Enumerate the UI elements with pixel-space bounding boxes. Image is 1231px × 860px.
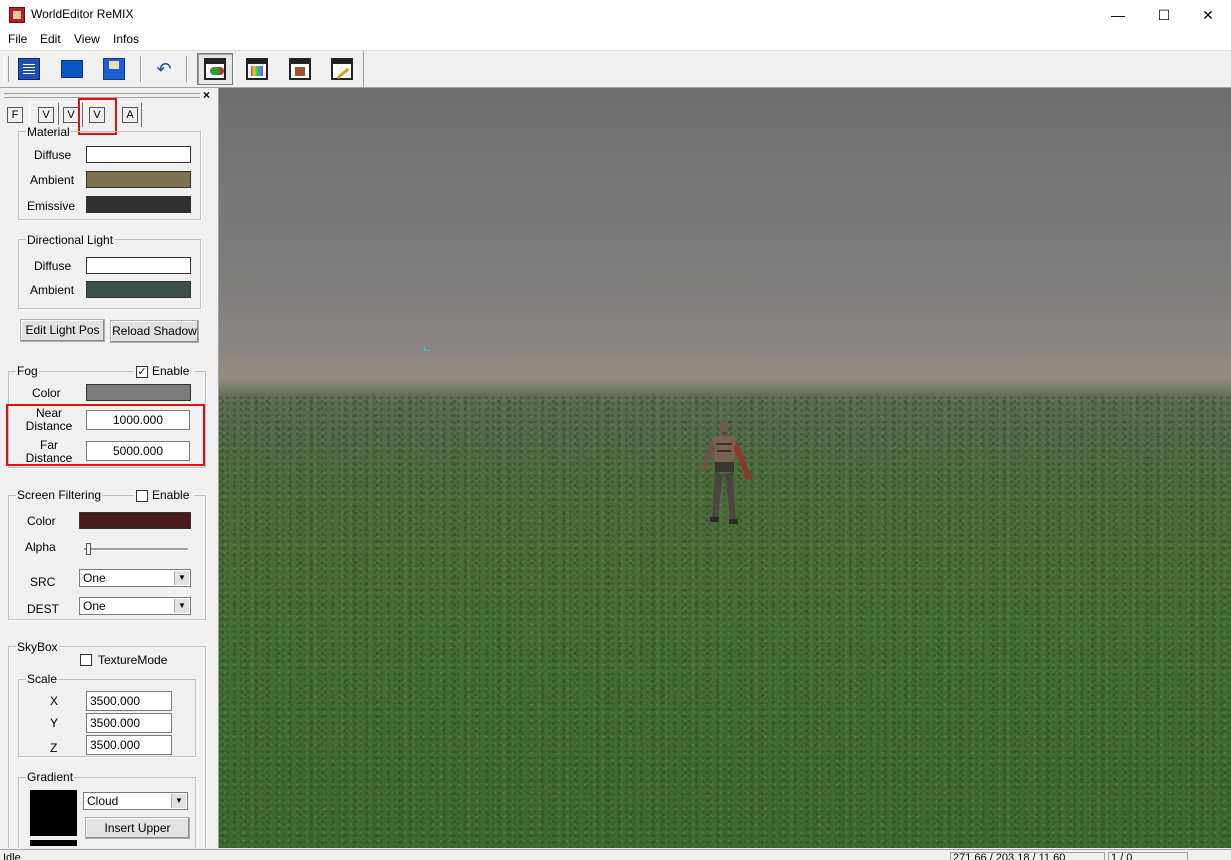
screen-filtering-alpha-label: Alpha <box>25 540 56 554</box>
menu-infos[interactable]: Infos <box>113 32 139 46</box>
character-model[interactable] <box>695 418 755 530</box>
scale-x-label: X <box>50 694 59 708</box>
gradient-select[interactable]: Cloud ▼ <box>83 792 188 810</box>
gradient-title: Gradient <box>26 770 75 784</box>
scale-z-input[interactable]: 3500.000 <box>86 735 172 755</box>
dest-label: DEST <box>27 602 60 616</box>
folder-icon <box>61 60 83 78</box>
fog-color-swatch[interactable] <box>86 384 191 401</box>
material-emissive-swatch[interactable] <box>86 196 191 213</box>
material-title: Material <box>26 125 71 139</box>
texture-mode-checkbox[interactable] <box>80 654 92 666</box>
undo-icon: ↶ <box>156 59 172 79</box>
material-ambient-label: Ambient <box>30 173 75 187</box>
texture-window-button[interactable] <box>285 54 315 84</box>
fog-enable-wrap: ✓ Enable <box>134 364 194 379</box>
tab-f[interactable]: F <box>7 107 23 123</box>
alpha-slider-track[interactable] <box>84 548 188 551</box>
terrain-window-icon <box>204 58 226 80</box>
toolbar-separator <box>140 56 142 82</box>
cursor-marker <box>424 347 429 351</box>
terrain-window-button[interactable] <box>197 53 233 85</box>
light-diffuse-swatch[interactable] <box>86 257 191 274</box>
palette-window-icon <box>246 58 268 80</box>
screen-filtering-color-label: Color <box>27 514 56 528</box>
toolbar-separator <box>186 56 188 82</box>
screen-filtering-enable-checkbox[interactable] <box>136 490 148 502</box>
fog-enable-label: Enable <box>152 364 190 378</box>
chevron-down-icon: ▼ <box>171 794 186 808</box>
src-select-value: One <box>83 571 106 585</box>
chevron-down-icon: ▼ <box>174 599 189 613</box>
minimize-button[interactable]: — <box>1095 0 1141 30</box>
menu-view[interactable]: View <box>74 32 100 46</box>
palette-window-button[interactable] <box>242 54 272 84</box>
menu-file[interactable]: File <box>8 32 27 46</box>
chevron-down-icon: ▼ <box>174 571 189 585</box>
directional-light-title: Directional Light <box>26 233 115 247</box>
light-ambient-swatch[interactable] <box>86 281 191 298</box>
src-label: SRC <box>30 575 56 589</box>
tab-a[interactable]: A <box>122 107 138 123</box>
menu-edit[interactable]: Edit <box>40 32 61 46</box>
fog-enable-checkbox[interactable]: ✓ <box>136 366 148 378</box>
screen-filtering-enable-label: Enable <box>152 488 190 502</box>
menu-bar: File Edit View Infos <box>0 30 1231 51</box>
reload-shadow-button[interactable]: Reload Shadow <box>110 320 199 343</box>
screen-filtering-color-swatch[interactable] <box>79 512 191 529</box>
highlight-fog-distance <box>6 404 205 466</box>
3d-viewport[interactable] <box>219 88 1231 848</box>
screen-filtering-enable-wrap: Enable <box>134 488 194 503</box>
light-diffuse-label: Diffuse <box>34 259 72 273</box>
fog-color-label: Color <box>32 386 61 400</box>
edit-light-pos-button[interactable]: Edit Light Pos <box>20 319 105 342</box>
new-document-button[interactable] <box>14 54 44 84</box>
scale-z-label: Z <box>50 741 58 755</box>
gradient-preview-strip <box>30 840 77 846</box>
material-diffuse-swatch[interactable] <box>86 146 191 163</box>
dest-select[interactable]: One ▼ <box>79 597 191 615</box>
scale-x-input[interactable]: 3500.000 <box>86 691 172 711</box>
material-diffuse-label: Diffuse <box>34 148 72 162</box>
tab-v1[interactable]: V <box>38 107 54 123</box>
status-bar: Idle 271.66 / 203.18 / 11.60 1 / 0 <box>0 849 1231 860</box>
insert-upper-button[interactable]: Insert Upper <box>85 817 190 839</box>
src-select[interactable]: One ▼ <box>79 569 191 587</box>
title-bar: WorldEditor ReMIX — ☐ ✕ <box>0 0 1231 30</box>
window-title: WorldEditor ReMIX <box>31 7 134 21</box>
open-folder-button[interactable] <box>57 54 87 84</box>
toolbar-end-divider <box>363 51 364 87</box>
brush-window-button[interactable] <box>327 54 357 84</box>
directional-light-group <box>18 239 201 309</box>
save-icon <box>103 58 125 80</box>
fog-title: Fog <box>16 364 39 378</box>
skybox-scale-title: Scale <box>26 672 59 686</box>
toolbar-grip[interactable] <box>4 56 9 82</box>
screen-filtering-title: Screen Filtering <box>16 488 103 502</box>
gradient-preview[interactable] <box>30 790 77 836</box>
highlight-active-tab <box>78 98 117 135</box>
maximize-button[interactable]: ☐ <box>1141 0 1187 30</box>
panel-close-button[interactable]: × <box>203 88 210 102</box>
gradient-select-value: Cloud <box>87 794 119 808</box>
skybox-title: SkyBox <box>16 640 59 654</box>
document-icon <box>18 58 40 80</box>
app-icon <box>9 7 25 23</box>
material-emissive-label: Emissive <box>27 199 76 213</box>
alpha-slider-thumb[interactable] <box>86 543 91 555</box>
tab-v2[interactable]: V <box>63 107 79 123</box>
brush-window-icon <box>331 58 353 80</box>
close-button[interactable]: ✕ <box>1185 0 1231 30</box>
material-ambient-swatch[interactable] <box>86 171 191 188</box>
properties-panel: × F V V V A Material Diffuse Ambient Emi… <box>0 88 219 848</box>
texture-window-icon <box>289 58 311 80</box>
save-button[interactable] <box>99 54 129 84</box>
scale-y-label: Y <box>50 716 59 730</box>
scale-y-input[interactable]: 3500.000 <box>86 713 172 733</box>
texture-mode-label: TextureMode <box>98 653 168 667</box>
undo-button[interactable]: ↶ <box>149 54 179 84</box>
toolbar: ↶ <box>0 51 1231 88</box>
light-ambient-label: Ambient <box>30 283 75 297</box>
dest-select-value: One <box>83 599 106 613</box>
